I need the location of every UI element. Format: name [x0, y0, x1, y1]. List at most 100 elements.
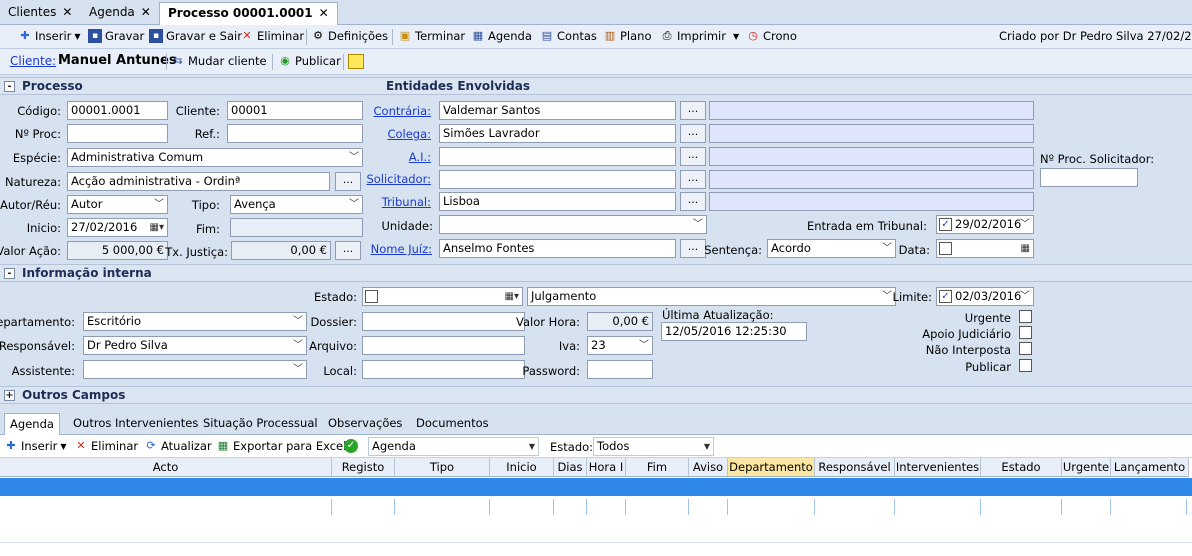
client-link[interactable]: Cliente: [10, 54, 56, 68]
collapse-icon[interactable]: - [4, 81, 15, 92]
close-icon[interactable]: ✕ [319, 6, 329, 20]
colega-link[interactable]: Colega: [387, 127, 431, 141]
print-button[interactable]: ⎙ Imprimir ▼ [660, 29, 740, 43]
solicitador-input[interactable] [439, 170, 676, 189]
column-header-hora[interactable]: Hora I [587, 458, 626, 477]
colega-input[interactable]: Simões Lavrador [439, 124, 676, 143]
save-button[interactable]: ▪ Gravar [88, 29, 144, 43]
column-header-urgente[interactable]: Urgente [1062, 458, 1111, 477]
tribunal-link[interactable]: Tribunal: [382, 195, 431, 209]
fim-input[interactable] [230, 218, 363, 237]
nome-juiz-browse-button[interactable]: ... [680, 239, 706, 258]
publicar-checkbox[interactable] [1019, 359, 1032, 372]
tribunal-input[interactable]: Lisboa [439, 192, 676, 211]
responsavel-select[interactable]: Dr Pedro Silva ﹀ [83, 336, 307, 355]
column-header-intervenientes[interactable]: Intervenientes [895, 458, 981, 477]
column-header-inicio[interactable]: Inicio [490, 458, 554, 477]
calendar-icon[interactable]: ▦ [1021, 240, 1030, 257]
tab-situacao-processual[interactable]: Situação Processual [203, 416, 318, 430]
tab-agenda-bottom[interactable]: Agenda [4, 413, 60, 435]
change-client-button[interactable]: ⇆ Mudar cliente [171, 54, 266, 68]
estado-checkbox[interactable] [365, 290, 378, 303]
aviso-checkbox[interactable] [702, 500, 715, 513]
column-header-acto[interactable]: Acto [0, 458, 332, 477]
column-header-fim[interactable]: Fim [626, 458, 689, 477]
dossier-input[interactable] [362, 312, 525, 331]
tx-browse-button[interactable]: ... [335, 241, 361, 260]
close-icon[interactable]: ✕ [141, 5, 151, 19]
ref-input[interactable] [227, 124, 363, 143]
valor-input[interactable]: 5 000,00 € [67, 241, 168, 260]
contraria-link[interactable]: Contrária: [374, 104, 431, 118]
nproc-input[interactable] [67, 124, 168, 143]
grid-insert-button[interactable]: ✚ Inserir ▼ [4, 439, 66, 453]
column-header-aviso[interactable]: Aviso [689, 458, 728, 477]
urgente-row-checkbox[interactable] [1079, 500, 1092, 513]
nproc-solicitador-input[interactable] [1040, 168, 1138, 187]
nao-interposta-checkbox[interactable] [1019, 342, 1032, 355]
data-checkbox[interactable] [939, 242, 952, 255]
accounts-button[interactable]: ▤ Contas [540, 29, 597, 43]
nome-juiz-input[interactable]: Anselmo Fontes [439, 239, 676, 258]
tab-processo[interactable]: Processo 00001.0001 ✕ [159, 2, 338, 25]
ai-browse-button[interactable]: ... [680, 147, 706, 166]
ai-input[interactable] [439, 147, 676, 166]
limite-date-input[interactable]: ✓ 02/03/2016 ﹀ [936, 287, 1034, 306]
refresh-button[interactable]: ⟳ Atualizar [144, 439, 211, 453]
unidade-select[interactable]: ﹀ [439, 215, 707, 234]
autor-select[interactable]: Autor ﹀ [67, 195, 168, 214]
sentenca-select[interactable]: Acordo ﹀ [767, 239, 896, 258]
column-header-dias[interactable]: Dias [554, 458, 587, 477]
urgente-checkbox[interactable] [1019, 310, 1032, 323]
plan-button[interactable]: ▥ Plano [603, 29, 652, 43]
estado-select[interactable]: Julgamento ﹀ [527, 287, 896, 306]
finish-button[interactable]: ▣ Terminar [398, 29, 465, 43]
grid-estado-select[interactable]: Todos ▼ [593, 437, 714, 456]
arquivo-input[interactable] [362, 336, 525, 355]
tab-outros-intervenientes[interactable]: Outros Intervenientes [73, 416, 198, 430]
especie-select[interactable]: Administrativa Comum ﹀ [67, 148, 363, 167]
natureza-input[interactable]: Acção administrativa - Ordinª [67, 172, 330, 191]
column-header-departamento[interactable]: Departamento [728, 458, 815, 477]
collapse-icon[interactable]: - [4, 268, 15, 279]
table-row[interactable]: Chamar Partes 27/02/2016 CitaçãoPresenci… [0, 478, 1192, 515]
valor-hora-input[interactable]: 0,00 € [587, 312, 653, 331]
password-input[interactable] [587, 360, 653, 379]
column-header-responsavel[interactable]: Responsável [815, 458, 895, 477]
column-header-lancamento[interactable]: Lançamento [1111, 458, 1189, 477]
tribunal-browse-button[interactable]: ... [680, 192, 706, 211]
natureza-browse-button[interactable]: ... [335, 172, 361, 191]
tab-agenda[interactable]: Agenda ✕ [81, 2, 159, 25]
view-select[interactable]: Agenda ▼ [368, 437, 539, 456]
grid-delete-button[interactable]: ✕ Eliminar [74, 439, 138, 453]
export-excel-button[interactable]: ▦ Exportar para Excel [216, 439, 347, 453]
contraria-browse-button[interactable]: ... [680, 101, 706, 120]
agenda-button[interactable]: ▦ Agenda [471, 29, 532, 43]
apoio-checkbox[interactable] [1019, 326, 1032, 339]
save-exit-button[interactable]: ▪ Gravar e Sair [149, 29, 242, 43]
solicitador-browse-button[interactable]: ... [680, 170, 706, 189]
inicio-date-input[interactable]: 27/02/2016 ▦▾ [67, 218, 168, 237]
codigo-input[interactable]: 00001.0001 [67, 101, 168, 120]
expand-icon[interactable]: + [4, 390, 15, 401]
check-circle-icon[interactable]: ✓ [344, 439, 358, 453]
assistente-select[interactable]: ﹀ [83, 360, 307, 379]
chrono-button[interactable]: ◷ Crono [746, 29, 797, 43]
settings-button[interactable]: ⚙ Definições [311, 29, 388, 43]
column-header-registo[interactable]: Registo [332, 458, 395, 477]
iva-select[interactable]: 23 ﹀ [587, 336, 653, 355]
note-icon[interactable] [348, 54, 364, 69]
entrada-date-input[interactable]: ✓ 29/02/2016 ﹀ [936, 215, 1034, 234]
ai-link[interactable]: A.I.: [409, 150, 431, 164]
close-icon[interactable]: ✕ [62, 5, 72, 19]
solicitador-link[interactable]: Solicitador: [366, 172, 431, 186]
departamento-select[interactable]: Escritório ﹀ [83, 312, 307, 331]
data-date-input[interactable]: ▦ [936, 239, 1034, 258]
delete-button[interactable]: ✕ Eliminar [240, 29, 304, 43]
entrada-checkbox[interactable]: ✓ [939, 218, 952, 231]
column-header-estado[interactable]: Estado [981, 458, 1062, 477]
estado-date-input[interactable]: ▦▾ [362, 287, 523, 306]
colega-browse-button[interactable]: ... [680, 124, 706, 143]
tx-input[interactable]: 0,00 € [231, 241, 331, 260]
publish-button[interactable]: ◉ Publicar [278, 54, 341, 68]
